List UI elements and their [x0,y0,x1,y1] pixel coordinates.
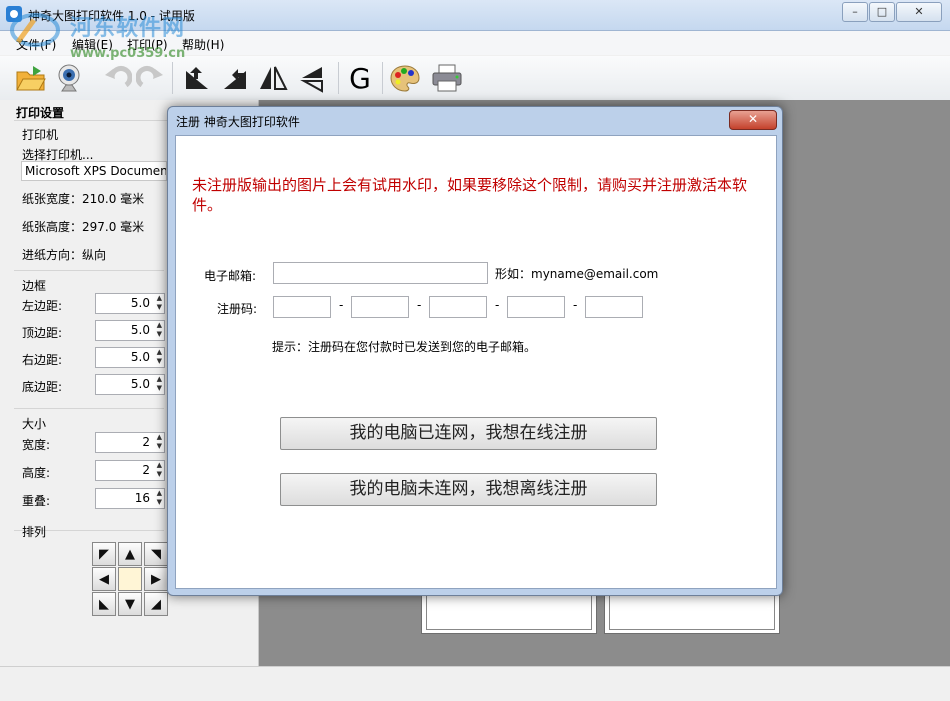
preview-page-inner [609,590,775,630]
rotate-right-icon[interactable] [218,62,252,94]
rotate-left-icon[interactable] [180,62,214,94]
undo-icon[interactable] [100,62,134,94]
dialog-title: 注册 神奇大图打印软件 [176,115,300,129]
arrow-right-icon[interactable]: ▶ [144,567,168,591]
top-margin-label: 顶边距: [22,326,63,340]
left-margin-label: 左边距: [22,299,63,313]
register-online-button[interactable]: 我的电脑已连网，我想在线注册 [280,417,657,450]
spin-arrows-icon[interactable]: ▲ ▼ [157,461,162,479]
arrange-center-cell[interactable] [118,567,142,591]
margin-group-label: 边框 [22,279,47,293]
paper-width-text: 纸张宽度：210.0 毫米 [22,192,145,206]
code-field-2[interactable] [351,296,409,318]
flip-horizontal-icon[interactable] [256,62,290,94]
code-separator: - [495,298,500,312]
bottom-margin-label: 底边距: [22,380,63,394]
email-label: 电子邮箱: [204,269,257,283]
right-margin-label: 右边距: [22,353,63,367]
top-margin-spinner[interactable]: 5.0 ▲ ▼ [95,320,165,341]
code-tip: 提示：注册码在您付款时已发送到您的电子邮箱。 [272,340,537,354]
preview-page-inner [426,590,592,630]
printer-group-label: 打印机 [22,128,59,142]
arrow-left-icon[interactable]: ◀ [92,567,116,591]
arrow-up-icon[interactable]: ▲ [118,542,142,566]
spin-arrows-icon[interactable]: ▲ ▼ [157,375,162,393]
width-spinner[interactable]: 2 ▲ ▼ [95,432,165,453]
webcam-icon[interactable] [52,62,86,94]
spin-arrows-icon[interactable]: ▲ ▼ [157,348,162,366]
maximize-button[interactable]: □ [869,2,895,22]
dialog-content: 未注册版输出的图片上会有试用水印，如果要移除这个限制，请购买并注册激活本软件。 … [175,135,777,589]
minimize-button[interactable]: – [842,2,868,22]
code-label: 注册码: [217,302,258,316]
watermark-logo [10,13,60,47]
arrow-down-left-icon[interactable]: ◣ [92,592,116,616]
left-margin-spinner[interactable]: 5.0 ▲ ▼ [95,293,165,314]
arrange-group-label: 排列 [22,525,47,539]
overlap-spinner[interactable]: 16 ▲ ▼ [95,488,165,509]
register-dialog: 注册 神奇大图打印软件 ✕ 未注册版输出的图片上会有试用水印，如果要移除这个限制… [167,106,783,596]
width-label: 宽度: [22,438,51,452]
g-icon[interactable]: G [343,62,377,95]
code-separator: - [417,298,422,312]
code-field-4[interactable] [507,296,565,318]
watermark-url: www.pc0359.cn [70,46,186,61]
status-bar [0,666,950,701]
spin-arrows-icon[interactable]: ▲ ▼ [157,433,162,451]
code-field-3[interactable] [429,296,487,318]
trial-notice: 未注册版输出的图片上会有试用水印，如果要移除这个限制，请购买并注册激活本软件。 [192,176,748,214]
spin-arrows-icon[interactable]: ▲ ▼ [157,489,162,507]
email-field[interactable] [273,262,488,284]
code-field-1[interactable] [273,296,331,318]
height-spinner[interactable]: 2 ▲ ▼ [95,460,165,481]
arrow-down-right-icon[interactable]: ◢ [144,592,168,616]
spin-arrows-icon[interactable]: ▲ ▼ [157,321,162,339]
code-field-5[interactable] [585,296,643,318]
right-margin-spinner[interactable]: 5.0 ▲ ▼ [95,347,165,368]
redo-icon[interactable] [134,62,168,94]
arrow-up-right-icon[interactable]: ◥ [144,542,168,566]
panel-header: 打印设置 [16,106,65,120]
close-window-button[interactable]: ✕ [896,2,942,22]
flip-vertical-icon[interactable] [296,62,330,94]
dialog-close-icon[interactable]: ✕ [729,110,777,130]
arrow-down-icon[interactable]: ▼ [118,592,142,616]
printer-name-field[interactable]: Microsoft XPS Document W [21,161,167,181]
bottom-margin-spinner[interactable]: 5.0 ▲ ▼ [95,374,165,395]
email-hint: 形如：myname@email.com [495,267,659,281]
feed-direction-text: 进纸方向：纵向 [22,248,107,262]
palette-icon[interactable] [388,62,422,94]
menu-help[interactable]: 帮助(H) [182,36,224,53]
size-group-label: 大小 [22,417,47,431]
code-separator: - [573,298,578,312]
paper-height-text: 纸张高度：297.0 毫米 [22,220,145,234]
overlap-label: 重叠: [22,494,51,508]
arrow-up-left-icon[interactable]: ◤ [92,542,116,566]
code-separator: - [339,298,344,312]
spin-arrows-icon[interactable]: ▲ ▼ [157,294,162,312]
printer-icon[interactable] [430,62,464,94]
register-offline-button[interactable]: 我的电脑未连网，我想离线注册 [280,473,657,506]
watermark-text: 河东软件网 [70,16,186,41]
height-label: 高度: [22,466,51,480]
open-folder-icon[interactable] [14,62,48,94]
